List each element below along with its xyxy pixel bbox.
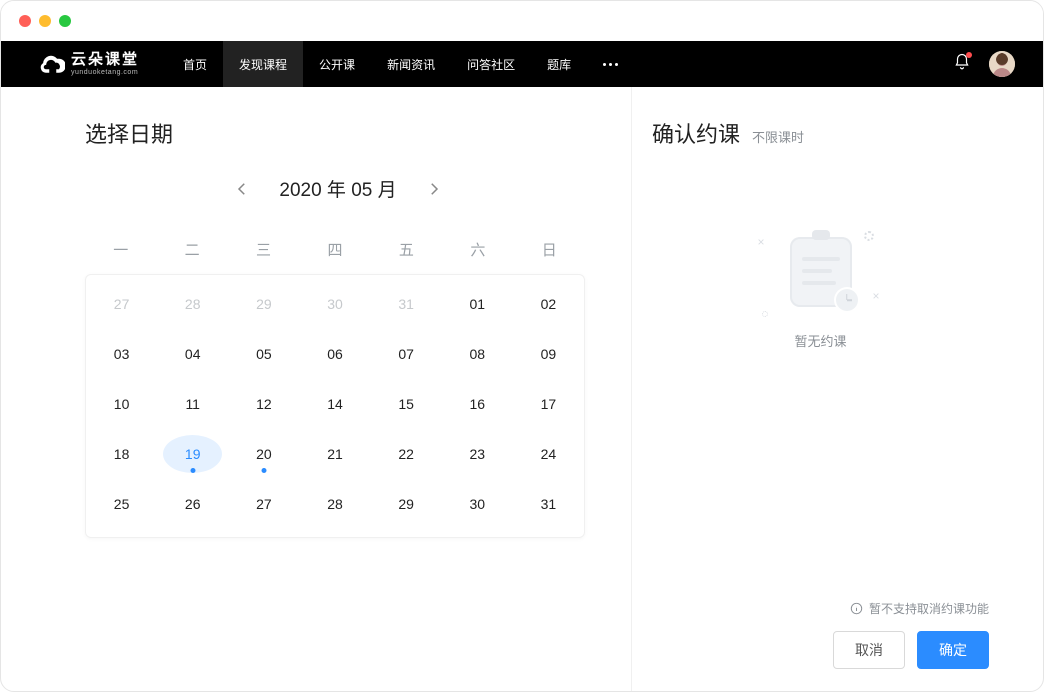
window-close-dot[interactable]: [19, 15, 31, 27]
calendar-day[interactable]: 25: [86, 479, 157, 529]
nav-item-home[interactable]: 首页: [167, 41, 223, 87]
top-nav: 云朵课堂 yunduoketang.com 首页发现课程公开课新闻资讯问答社区题…: [1, 41, 1043, 87]
info-icon: [850, 602, 863, 615]
calendar-day: 29: [228, 279, 299, 329]
calendar-day[interactable]: 07: [371, 329, 442, 379]
logo[interactable]: 云朵课堂 yunduoketang.com: [37, 50, 139, 78]
weekday-cell: 四: [299, 224, 370, 274]
titlebar: [1, 1, 1043, 41]
month-label: 2020 年 05 月: [279, 175, 396, 202]
window-minimize-dot[interactable]: [39, 15, 51, 27]
calendar-day[interactable]: 19: [157, 429, 228, 479]
app-window: 云朵课堂 yunduoketang.com 首页发现课程公开课新闻资讯问答社区题…: [0, 0, 1044, 692]
empty-booking-text: 暂无约课: [794, 331, 846, 350]
nav-item-discover[interactable]: 发现课程: [223, 41, 303, 87]
calendar-day: 27: [86, 279, 157, 329]
calendar-day[interactable]: 23: [442, 429, 513, 479]
calendar-day[interactable]: 16: [442, 379, 513, 429]
calendar-day: 30: [299, 279, 370, 329]
nav-item-news[interactable]: 新闻资讯: [371, 41, 451, 87]
date-panel: 选择日期 2020 年 05 月 一二三四五六日 272829303101020…: [1, 87, 631, 692]
nav-item-qa[interactable]: 问答社区: [451, 41, 531, 87]
weekday-cell: 六: [442, 224, 513, 274]
weekday-cell: 五: [371, 224, 442, 274]
calendar: 一二三四五六日 27282930310102030405060708091011…: [85, 224, 585, 538]
empty-booking-icon: × ×: [776, 227, 866, 317]
nav-item-bank[interactable]: 题库: [531, 41, 587, 87]
calendar-day[interactable]: 31: [513, 479, 584, 529]
month-switch: 2020 年 05 月: [45, 175, 631, 202]
cloud-c-icon: [37, 50, 65, 78]
booking-subtitle: 不限课时: [752, 127, 804, 146]
calendar-day[interactable]: 05: [228, 329, 299, 379]
calendar-day[interactable]: 06: [299, 329, 370, 379]
weekday-cell: 二: [156, 224, 227, 274]
calendar-day[interactable]: 27: [228, 479, 299, 529]
calendar-day[interactable]: 17: [513, 379, 584, 429]
nav-item-open[interactable]: 公开课: [303, 41, 371, 87]
calendar-week-row: 03040506070809: [86, 329, 584, 379]
content: 选择日期 2020 年 05 月 一二三四五六日 272829303101020…: [1, 87, 1043, 692]
date-panel-title: 选择日期: [85, 117, 631, 149]
calendar-body: 2728293031010203040506070809101112141516…: [85, 274, 585, 538]
calendar-day[interactable]: 14: [299, 379, 370, 429]
calendar-day[interactable]: 15: [371, 379, 442, 429]
nav-more[interactable]: [587, 63, 633, 66]
avatar-image: [989, 51, 1015, 77]
calendar-day[interactable]: 28: [299, 479, 370, 529]
calendar-day[interactable]: 02: [513, 279, 584, 329]
calendar-day[interactable]: 20: [228, 429, 299, 479]
calendar-week-row: 25262728293031: [86, 479, 584, 529]
event-dot: [190, 468, 195, 473]
notice-text: 暂不支持取消约课功能: [869, 600, 989, 617]
calendar-day[interactable]: 11: [157, 379, 228, 429]
prev-month-button[interactable]: [233, 180, 251, 198]
calendar-day[interactable]: 22: [371, 429, 442, 479]
calendar-day[interactable]: 30: [442, 479, 513, 529]
calendar-day[interactable]: 26: [157, 479, 228, 529]
avatar[interactable]: [989, 51, 1015, 77]
calendar-week-row: 27282930310102: [86, 279, 584, 329]
confirm-button[interactable]: 确定: [917, 631, 989, 669]
logo-text: 云朵课堂: [71, 52, 139, 67]
calendar-day[interactable]: 08: [442, 329, 513, 379]
calendar-weekday-row: 一二三四五六日: [85, 224, 585, 274]
weekday-cell: 日: [514, 224, 585, 274]
calendar-day[interactable]: 18: [86, 429, 157, 479]
empty-booking-state: × × 暂无约课: [652, 227, 989, 350]
notifications-button[interactable]: [953, 53, 971, 76]
weekday-cell: 三: [228, 224, 299, 274]
booking-title: 确认约课: [652, 117, 740, 149]
event-dot: [261, 468, 266, 473]
calendar-day[interactable]: 21: [299, 429, 370, 479]
booking-panel: 确认约课 不限课时 × × 暂无约课: [631, 87, 1043, 692]
cancel-button[interactable]: 取消: [833, 631, 905, 669]
calendar-day[interactable]: 24: [513, 429, 584, 479]
next-month-button[interactable]: [425, 180, 443, 198]
calendar-day[interactable]: 03: [86, 329, 157, 379]
calendar-day: 31: [371, 279, 442, 329]
logo-subtext: yunduoketang.com: [71, 69, 139, 76]
calendar-day[interactable]: 10: [86, 379, 157, 429]
calendar-day[interactable]: 29: [371, 479, 442, 529]
cancel-unsupported-notice: 暂不支持取消约课功能: [850, 600, 989, 617]
calendar-day[interactable]: 12: [228, 379, 299, 429]
calendar-day: 28: [157, 279, 228, 329]
calendar-day[interactable]: 09: [513, 329, 584, 379]
calendar-week-row: 18192021222324: [86, 429, 584, 479]
notification-dot: [966, 52, 972, 58]
nav-items: 首页发现课程公开课新闻资讯问答社区题库: [167, 41, 587, 87]
calendar-day[interactable]: 01: [442, 279, 513, 329]
calendar-day[interactable]: 04: [157, 329, 228, 379]
weekday-cell: 一: [85, 224, 156, 274]
window-zoom-dot[interactable]: [59, 15, 71, 27]
calendar-week-row: 10111214151617: [86, 379, 584, 429]
